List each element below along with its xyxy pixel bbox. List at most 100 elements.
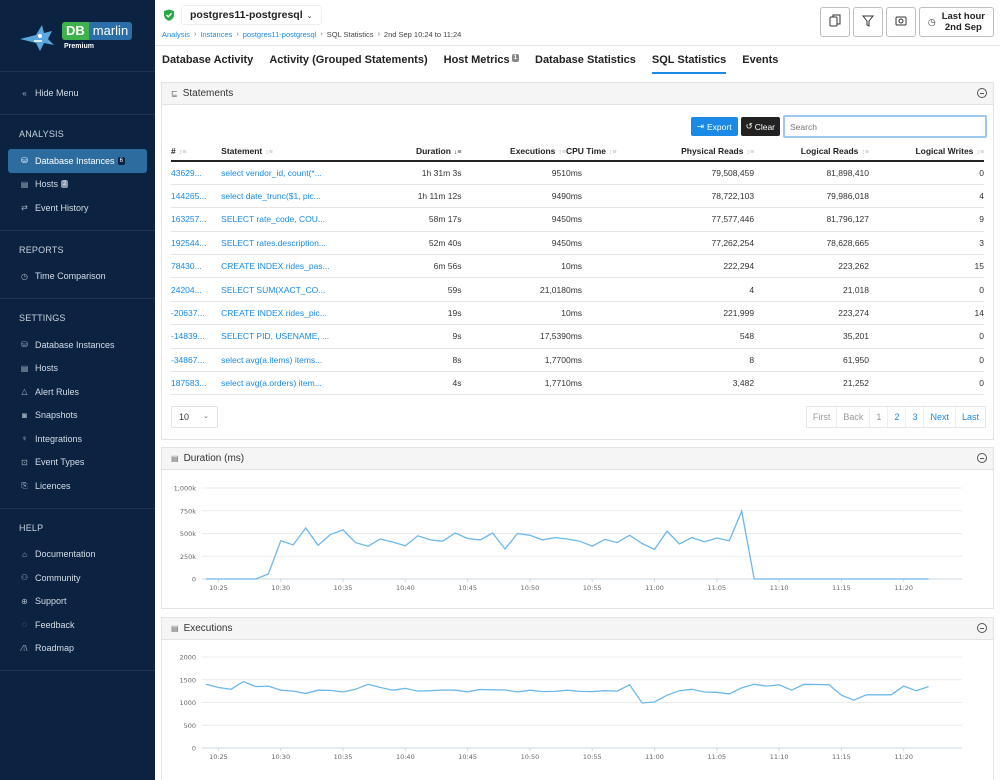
clear-button[interactable]: ↺ Clear [740,117,780,136]
tab-database-activity[interactable]: Database Activity [162,48,253,74]
statement-id-link[interactable]: 163257... [171,207,222,232]
sidebar-item-alert-rules[interactable]: △ Alert Rules [0,380,155,404]
table-row[interactable]: 24204... SELECT SUM(XACT_CO... 59s 21,018 0m… [171,277,984,302]
statement-id-link[interactable]: 187583... [171,371,222,396]
statement-text-link[interactable]: select avg(a.orders) item... [221,371,368,396]
duration-chart-title: Duration (ms) [183,453,245,464]
logo[interactable]: DB marlin Premium [0,0,155,72]
sort-icon[interactable]: ↕≡ [265,149,273,156]
sort-icon[interactable]: ↕≡ [976,149,984,156]
sort-icon[interactable]: ↓≡ [454,149,462,156]
sidebar-item-event-types[interactable]: ⊡ Event Types [0,451,155,475]
page-3-button[interactable]: 3 [905,407,923,427]
table-row[interactable]: 163257... SELECT rate_code, COU... 58m 17s… [171,207,984,232]
series-line [205,680,929,704]
page-first-button[interactable]: First [807,407,837,427]
column-header[interactable]: CPU Time ↕≡ [565,141,650,162]
tab-host-metrics[interactable]: Host Metrics 1 [444,48,519,74]
page-size-select[interactable]: 10 ⌄ [171,406,218,428]
table-row[interactable]: 43629... select vendor_id, count(*... 1h 3… [171,161,984,185]
tab-activity-grouped-statements[interactable]: Activity (Grouped Statements) [269,48,427,74]
sort-icon[interactable]: ↕≡ [558,149,566,156]
statement-id-link[interactable]: 78430... [171,254,222,279]
page-back-button[interactable]: Back [836,407,869,427]
page-last-button[interactable]: Last [954,407,985,427]
collapse-icon[interactable] [977,88,987,98]
sidebar-item-roadmap[interactable]: ⁄⁞\ Roadmap [0,637,155,661]
statement-id-link[interactable]: 24204... [171,277,222,302]
breadcrumb-item[interactable]: postgres11-postgresql [243,30,317,39]
tab-database-statistics[interactable]: Database Statistics [535,48,636,74]
column-header[interactable]: Logical Writes ↕≡ [869,141,984,162]
statement-text-link[interactable]: SELECT PID, USENAME, ... [221,324,368,349]
export-button[interactable]: ⇥ Export [690,117,738,136]
sidebar-item-licences[interactable]: ⎘ Licences [0,474,155,498]
statement-id-link[interactable]: -14839... [171,324,222,349]
table-row[interactable]: 187583... select avg(a.orders) item... 4s 1… [171,371,984,396]
statement-id-link[interactable]: -34867... [171,348,222,373]
sidebar-item-community[interactable]: ⚇ Community [0,566,155,590]
table-row[interactable]: -20637... CREATE INDEX rides_pic... 19s 1 0m… [171,301,984,326]
collapse-icon[interactable] [977,623,987,633]
snapshot-button[interactable] [885,7,916,37]
column-header[interactable]: Physical Reads ↕≡ [649,141,755,162]
sidebar-item-hosts[interactable]: ▤ Hosts 2 [0,173,155,197]
tab-sql-statistics[interactable]: SQL Statistics [651,48,727,74]
statement-text-link[interactable]: select avg(a.items) items... [221,348,368,373]
search-input[interactable] [783,115,987,138]
statement-text-link[interactable]: CREATE INDEX rides_pic... [221,301,368,326]
sort-icon[interactable]: ↕≡ [609,149,617,156]
table-row[interactable]: 78430... CREATE INDEX rides_pas... 6m 56s 1… [171,254,984,279]
statement-text-link[interactable]: select vendor_id, count(*... [221,161,368,185]
copy-button[interactable] [819,7,850,37]
statement-id-link[interactable]: 192544... [171,231,222,256]
column-header[interactable]: # ↕≡ [171,141,222,162]
filter-button[interactable] [852,7,883,37]
page-next-button[interactable]: Next [923,407,955,427]
table-row[interactable]: -14839... SELECT PID, USENAME, ... 9s 17,53… [171,324,984,349]
sidebar-item-event-history[interactable]: ⇄ Event History [0,196,155,220]
statement-text-link[interactable]: SELECT SUM(XACT_CO... [221,277,368,302]
sidebar-item-time-comparison[interactable]: ◷ Time Comparison [0,265,155,289]
statement-id-link[interactable]: 144265... [171,184,222,209]
statement-id-link[interactable]: 43629... [171,161,222,185]
plug-icon: ♆ [21,434,28,444]
sort-icon[interactable]: ↕≡ [179,149,187,156]
column-header[interactable]: Executions ↕≡ [461,141,566,162]
sidebar-item-integrations[interactable]: ♆ Integrations [0,427,155,451]
table-row[interactable]: -34867... select avg(a.items) items... 8s 1… [171,348,984,373]
breadcrumb-item[interactable]: Analysis [162,30,190,39]
collapse-icon[interactable] [977,453,987,463]
statement-text-link[interactable]: SELECT rates.description... [221,231,368,256]
sidebar-item-database-instances[interactable]: ⛁ Database Instances [0,333,155,357]
y-tick-label: 1000 [179,699,196,707]
hide-menu-button[interactable]: « Hide Menu [0,72,155,115]
sidebar-item-hosts[interactable]: ▤ Hosts [0,357,155,381]
count-badge: 6 [117,156,125,165]
table-row[interactable]: 192544... SELECT rates.description... 52m … [171,231,984,256]
sidebar-item-database-instances[interactable]: ⛁ Database Instances 6 [8,149,147,173]
sort-icon[interactable]: ↕≡ [746,149,754,156]
page-1-button[interactable]: 1 [869,407,887,427]
sidebar-item-documentation[interactable]: ⌂ Documentation [0,543,155,567]
instance-selector[interactable]: postgres11-postgresql ⌄ [181,5,322,25]
table-cell: 77,262,254 [649,231,755,256]
x-tick-label: 10:50 [521,753,540,761]
time-range-button[interactable]: ◷ Last hour 2nd Sep [918,7,994,37]
column-header[interactable]: Logical Reads ↕≡ [754,141,869,162]
column-header[interactable]: Statement ↕≡ [221,141,368,162]
page-2-button[interactable]: 2 [887,407,905,427]
statement-text-link[interactable]: CREATE INDEX rides_pas... [221,254,368,279]
statement-id-link[interactable]: -20637... [171,301,222,326]
sidebar: DB marlin Premium « Hide Menu ANALYSIS ⛁ D… [0,0,155,780]
sort-icon[interactable]: ↕≡ [861,149,869,156]
sidebar-item-snapshots[interactable]: ◙ Snapshots [0,404,155,428]
tab-events[interactable]: Events [742,48,778,74]
table-row[interactable]: 144265... select date_trunc($1, pic... 1h … [171,184,984,209]
sidebar-item-support[interactable]: ⊕ Support [0,590,155,614]
statement-text-link[interactable]: select date_trunc($1, pic... [221,184,368,209]
sidebar-item-feedback[interactable]: ◌ Feedback [0,613,155,637]
breadcrumb-item[interactable]: Instances [200,30,232,39]
column-header[interactable]: Duration ↓≡ [367,141,462,162]
statement-text-link[interactable]: SELECT rate_code, COU... [221,207,368,232]
